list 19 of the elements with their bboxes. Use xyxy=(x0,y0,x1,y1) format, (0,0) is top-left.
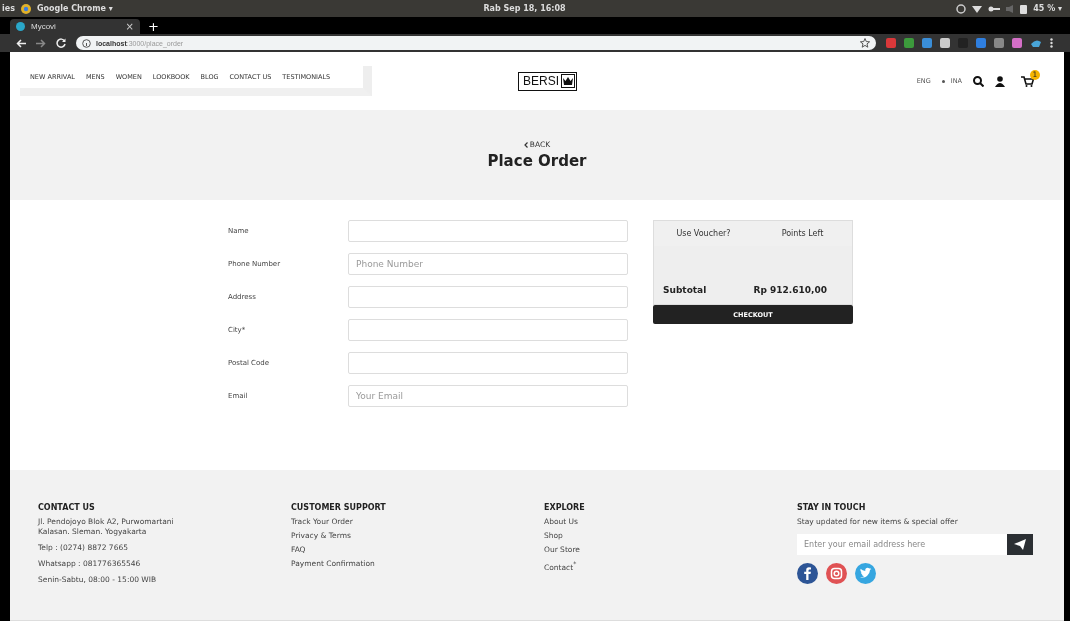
input-field[interactable]: Your Email xyxy=(348,385,628,407)
close-tab-button[interactable]: × xyxy=(125,21,134,32)
logo[interactable]: BERSI xyxy=(518,71,577,91)
subtotal-label: Subtotal xyxy=(663,285,707,295)
page-title: Place Order xyxy=(487,152,587,170)
app-menu[interactable]: Google Chrome ▾ xyxy=(36,4,113,13)
activities-label[interactable]: ies xyxy=(2,4,15,13)
tab-title: Mycovi xyxy=(31,22,57,31)
browser-tab[interactable]: Mycovi × xyxy=(10,19,140,34)
footer-heading: CUSTOMER SUPPORT xyxy=(291,503,387,512)
battery-percent[interactable]: 45 % ▾ xyxy=(1033,4,1062,13)
footer-heading: EXPLORE xyxy=(544,503,586,512)
input-field[interactable]: Phone Number xyxy=(348,253,628,275)
footer-heading: CONTACT US xyxy=(38,503,96,512)
clock[interactable]: Rab Sep 18, 16:08 xyxy=(483,4,566,13)
new-tab-button[interactable]: + xyxy=(148,19,159,34)
subtotal-value: Rp 912.610,00 xyxy=(753,285,827,295)
footer-heading: STAY IN TOUCH xyxy=(797,503,867,512)
email-field[interactable]: Enter your email address here xyxy=(797,534,1007,555)
